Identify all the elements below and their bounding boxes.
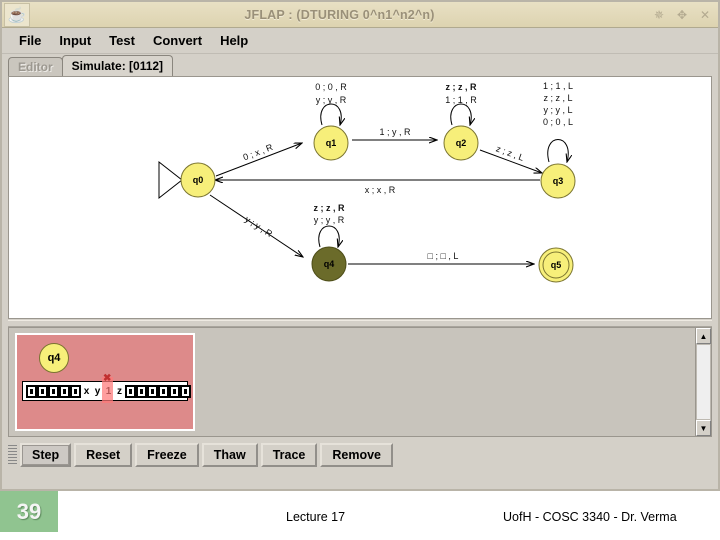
configuration-card[interactable]: q4 xy1z ✖ <box>15 333 195 431</box>
tab-strip: Editor Simulate: [0112] <box>2 54 718 76</box>
simulation-empty-area <box>195 333 695 431</box>
jflap-window: ☕ JFLAP : (DTURING 0^n1^n2^n) ✵ ✥ ✕ File… <box>0 0 720 491</box>
trace-button[interactable]: Trace <box>260 443 318 467</box>
edge-label-q3-self-4: 0 ; 0 , L <box>543 117 573 127</box>
simulation-panel: q4 xy1z ✖ ▲ ▼ <box>8 327 712 437</box>
footer-lecture-label: Lecture 17 <box>286 510 346 524</box>
tape-head-marker: ✖ <box>103 373 112 384</box>
state-q5[interactable]: q5 <box>538 247 574 283</box>
tape-cell <box>158 384 169 398</box>
configuration-state-badge: q4 <box>39 343 69 373</box>
edge-label-q3-q0: x ; x , R <box>365 185 396 195</box>
edge-label-q4-q5: □ ; □ , L <box>428 251 459 261</box>
minimize-button[interactable]: ✵ <box>649 5 669 25</box>
edge-label-q2-q3: z ; z , L <box>495 144 526 163</box>
thaw-button[interactable]: Thaw <box>201 443 258 467</box>
edge-label-q1-self-1: 0 ; 0 , R <box>315 82 347 92</box>
toolbar-grip[interactable] <box>8 445 17 465</box>
menu-bar: File Input Test Convert Help <box>2 28 718 54</box>
tape[interactable]: xy1z ✖ <box>22 373 191 403</box>
edge-q1-self <box>320 103 341 125</box>
tab-editor[interactable]: Editor <box>8 57 63 76</box>
edge-label-q0-q4: y ; y , R <box>243 214 274 239</box>
initial-state-marker <box>158 160 183 200</box>
step-button[interactable]: Step <box>20 443 72 467</box>
state-label-q0: q0 <box>193 175 204 185</box>
state-label-q1: q1 <box>326 138 337 148</box>
reset-button[interactable]: Reset <box>74 443 133 467</box>
automaton-graph: 0 ; x , R y ; y , R 0 ; 0 , R y ; y , R … <box>158 81 576 283</box>
edge-label-q2-self-1: z ; z , R <box>446 82 477 92</box>
tape-cell <box>37 384 48 398</box>
state-q3[interactable]: q3 <box>540 163 576 199</box>
menu-item-help[interactable]: Help <box>211 30 257 51</box>
title-bar: ☕ JFLAP : (DTURING 0^n1^n2^n) ✵ ✥ ✕ <box>2 2 718 28</box>
maximize-button[interactable]: ✥ <box>672 5 692 25</box>
freeze-button[interactable]: Freeze <box>135 443 199 467</box>
menu-item-input[interactable]: Input <box>50 30 100 51</box>
menu-item-convert[interactable]: Convert <box>144 30 211 51</box>
state-q0[interactable]: q0 <box>180 162 216 198</box>
tape-cell <box>125 384 136 398</box>
footer-course-label: UofH - COSC 3340 - Dr. Verma <box>503 510 677 524</box>
simulation-button-bar: Step Reset Freeze Thaw Trace Remove <box>8 441 712 469</box>
tape-cell <box>169 384 180 398</box>
edge-q3-self <box>547 139 568 163</box>
state-label-q4: q4 <box>324 259 335 269</box>
slide-number: 39 <box>16 498 42 524</box>
state-label-q2: q2 <box>456 138 467 148</box>
window-title: JFLAP : (DTURING 0^n1^n2^n) <box>244 7 435 22</box>
edge-label-q4-self-1: z ; z , R <box>314 203 345 213</box>
tab-strip-filler <box>172 57 719 76</box>
edge-label-q1-q2: 1 ; y , R <box>379 127 411 137</box>
state-q1[interactable]: q1 <box>313 125 349 161</box>
edge-label-q3-self-1: 1 ; 1 , L <box>543 81 573 91</box>
edge-label-q1-self-2: y ; y , R <box>316 95 347 105</box>
coffee-cup-icon: ☕ <box>4 2 30 27</box>
tape-cell <box>48 384 59 398</box>
menu-item-test[interactable]: Test <box>100 30 144 51</box>
simulation-scrollbar[interactable]: ▲ ▼ <box>695 328 711 436</box>
edge-label-q3-self-2: z ; z , L <box>543 93 572 103</box>
tape-cell <box>136 384 147 398</box>
slide-number-box: 39 <box>0 491 58 532</box>
state-q4[interactable]: q4 <box>311 246 347 282</box>
tape-cell <box>147 384 158 398</box>
scroll-down-button[interactable]: ▼ <box>696 420 711 436</box>
edge-q4-self <box>318 225 339 247</box>
menu-item-file[interactable]: File <box>10 30 50 51</box>
tape-cell <box>180 384 191 398</box>
tape-cell <box>59 384 70 398</box>
scrollbar-track[interactable] <box>696 344 711 420</box>
automaton-canvas[interactable]: 0 ; x , R y ; y , R 0 ; 0 , R y ; y , R … <box>8 76 712 319</box>
panel-splitter[interactable] <box>8 320 712 327</box>
edge-label-q4-self-2: y ; y , R <box>314 215 345 225</box>
edge-label-q2-self-2: 1 ; 1 , R <box>445 95 477 105</box>
state-label-q5: q5 <box>551 260 562 270</box>
remove-button[interactable]: Remove <box>320 443 394 467</box>
edge-q2-self <box>450 103 471 125</box>
tape-cell <box>26 384 37 398</box>
edge-label-q3-self-3: y ; y , L <box>543 105 572 115</box>
state-label-q3: q3 <box>553 176 564 186</box>
slide-footer: 39 Lecture 17 UofH - COSC 3340 - Dr. Ver… <box>0 491 720 540</box>
tab-simulate[interactable]: Simulate: [0112] <box>61 55 174 76</box>
tape-cell: z <box>117 385 122 397</box>
tape-cell: x <box>83 385 90 397</box>
scroll-up-button[interactable]: ▲ <box>696 328 711 344</box>
state-q2[interactable]: q2 <box>443 125 479 161</box>
close-button[interactable]: ✕ <box>695 5 715 25</box>
tape-cell <box>70 384 81 398</box>
